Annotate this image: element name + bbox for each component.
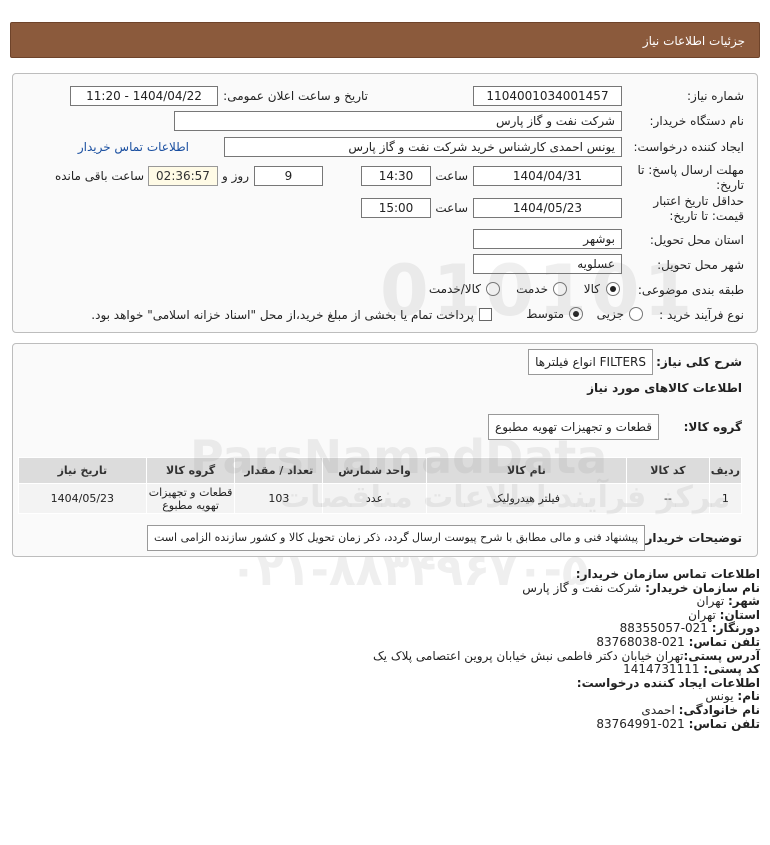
- th-row: ردیف: [708, 457, 743, 484]
- creator-field[interactable]: یونس احمدی کارشناس خرید شرکت نفت و گاز پ…: [224, 137, 622, 157]
- contact-info: اطلاعات تماس سازمان خریدار: نام سازمان خ…: [372, 567, 760, 731]
- cell-unit: عدد: [322, 483, 427, 514]
- validity-label-2: قیمت: تا تاریخ:: [669, 209, 744, 223]
- creator-phone-label: تلفن تماس:: [688, 716, 760, 731]
- table-row: 1 -- فیلتر هیدرولیک عدد 103 قطعات و تجهی…: [18, 483, 743, 514]
- category-label: طبقه بندی موضوعی:: [637, 283, 744, 297]
- validity-time-label: ساعت: [435, 201, 468, 215]
- days-label: روز و: [222, 169, 249, 183]
- deadline-time-label: ساعت: [435, 169, 468, 183]
- province-field[interactable]: بوشهر: [473, 229, 622, 249]
- goods-group-field: قطعات و تجهیزات تهویه مطبوع: [488, 414, 659, 440]
- days-field[interactable]: 9: [254, 166, 323, 186]
- deadline-time-field[interactable]: 14:30: [361, 166, 431, 186]
- buyer-org-label: نام دستگاه خریدار:: [649, 114, 745, 128]
- remaining-label: ساعت باقی مانده: [54, 169, 144, 183]
- category-radio-goods-service[interactable]: [486, 282, 500, 296]
- buyer-name-value: شرکت نفت و گاز پارس: [522, 580, 642, 595]
- first-name-value: یونس: [705, 689, 734, 704]
- buyer-name-label: نام سازمان خریدار:: [645, 580, 760, 595]
- contact-city-value: تهران: [696, 594, 725, 609]
- buyer-contact-link[interactable]: اطلاعات تماس خریدار: [78, 140, 189, 154]
- last-name-value: احمدی: [641, 702, 675, 717]
- remaining-timer: 02:36:57: [148, 166, 218, 186]
- creator-label: ایجاد کننده درخواست:: [633, 140, 744, 154]
- process-radio-medium[interactable]: [569, 307, 583, 321]
- summary-field: FILTERS انواع فیلترها: [528, 349, 653, 375]
- category-radio-service[interactable]: [553, 282, 567, 296]
- deadline-date-field[interactable]: 1404/04/31: [473, 166, 622, 186]
- buyer-org-field[interactable]: شرکت نفت و گاز پارس: [174, 111, 622, 131]
- goods-group-label: گروه کالا:: [683, 420, 742, 434]
- process-option-medium: متوسط: [526, 307, 564, 321]
- contact-province-value: تهران: [688, 607, 716, 622]
- buyer-notes-field: پیشنهاد فنی و مالی مطابق با شرح پیوست ار…: [147, 525, 645, 551]
- validity-label-1: حداقل تاریخ اعتبار: [653, 194, 744, 208]
- address-value: تهران خیابان دکتر فاطمی نبش خیابان پروین…: [372, 648, 684, 663]
- cell-date: 1404/05/23: [18, 483, 147, 514]
- th-unit: واحد شمارش: [322, 457, 427, 484]
- cell-group: قطعات و تجهیزات تهویه مطبوع: [145, 483, 236, 514]
- process-option-partial: جزیی: [596, 307, 624, 321]
- treasury-payment-checkbox[interactable]: [479, 308, 492, 321]
- category-option-service: خدمت: [516, 282, 548, 296]
- deadline-label-1: مهلت ارسال پاسخ: تا: [637, 163, 744, 177]
- goods-info-title: اطلاعات کالاهای مورد نیاز: [587, 381, 742, 395]
- fax-value: 021-88355057: [619, 621, 708, 636]
- summary-label: شرح کلی نیاز:: [656, 355, 742, 369]
- category-option-goods-service: کالا/خدمت: [428, 282, 481, 296]
- cell-row: 1: [708, 483, 743, 514]
- phone-value: 021-83768038: [596, 634, 685, 649]
- first-name-label: نام:: [737, 689, 760, 704]
- cell-qty: 103: [234, 483, 324, 514]
- th-date: تاریخ نیاز: [18, 457, 147, 484]
- th-name: نام کالا: [425, 457, 628, 484]
- need-number-field[interactable]: 1104001034001457: [473, 86, 622, 106]
- treasury-payment-note: پرداخت تمام یا بخشی از مبلغ خرید،از محل …: [91, 308, 474, 322]
- deadline-label-2: تاریخ:: [716, 178, 744, 192]
- cell-name: فیلتر هیدرولیک: [425, 483, 628, 514]
- city-field[interactable]: عسلویه: [473, 254, 622, 274]
- announce-label: تاریخ و ساعت اعلان عمومی:: [223, 89, 368, 103]
- table-header-row: ردیف کد کالا نام کالا واحد شمارش تعداد /…: [18, 457, 743, 484]
- cell-code: --: [626, 483, 710, 514]
- th-code: کد کالا: [626, 457, 710, 484]
- address-label: آدرس پستی:: [683, 648, 760, 663]
- postal-label: کد پستی:: [703, 662, 760, 677]
- category-radio-goods[interactable]: [606, 282, 620, 296]
- need-number-label: شماره نیاز:: [687, 89, 744, 103]
- postal-value: 1414731111: [623, 662, 700, 677]
- page-title-bar: جزئیات اطلاعات نیاز: [10, 22, 760, 58]
- last-name-label: نام خانوادگی:: [678, 702, 760, 717]
- th-qty: تعداد / مقدار: [234, 457, 324, 484]
- validity-date-field[interactable]: 1404/05/23: [473, 198, 622, 218]
- category-option-goods: کالا: [583, 282, 600, 296]
- phone-label: تلفن تماس:: [688, 634, 760, 649]
- contact-city-label: شهر:: [728, 594, 760, 609]
- creator-info-title: اطلاعات ایجاد کننده درخواست:: [576, 675, 760, 690]
- process-label: نوع فرآیند خرید :: [659, 308, 744, 322]
- city-label: شهر محل تحویل:: [657, 258, 744, 272]
- creator-phone-value: 021-83764991: [596, 716, 685, 731]
- province-label: استان محل تحویل:: [649, 233, 744, 247]
- page-title: جزئیات اطلاعات نیاز: [642, 34, 745, 48]
- goods-table: ردیف کد کالا نام کالا واحد شمارش تعداد /…: [18, 457, 743, 514]
- validity-time-field[interactable]: 15:00: [361, 198, 431, 218]
- buyer-notes-label: توضیحات خریدار:: [640, 531, 742, 545]
- contact-province-label: استان:: [719, 607, 760, 622]
- fax-label: دورنگار:: [711, 621, 760, 636]
- contact-title: اطلاعات تماس سازمان خریدار:: [575, 567, 760, 581]
- process-radio-partial[interactable]: [629, 307, 643, 321]
- th-group: گروه کالا: [145, 457, 236, 484]
- announce-field[interactable]: 1404/04/22 - 11:20: [70, 86, 218, 106]
